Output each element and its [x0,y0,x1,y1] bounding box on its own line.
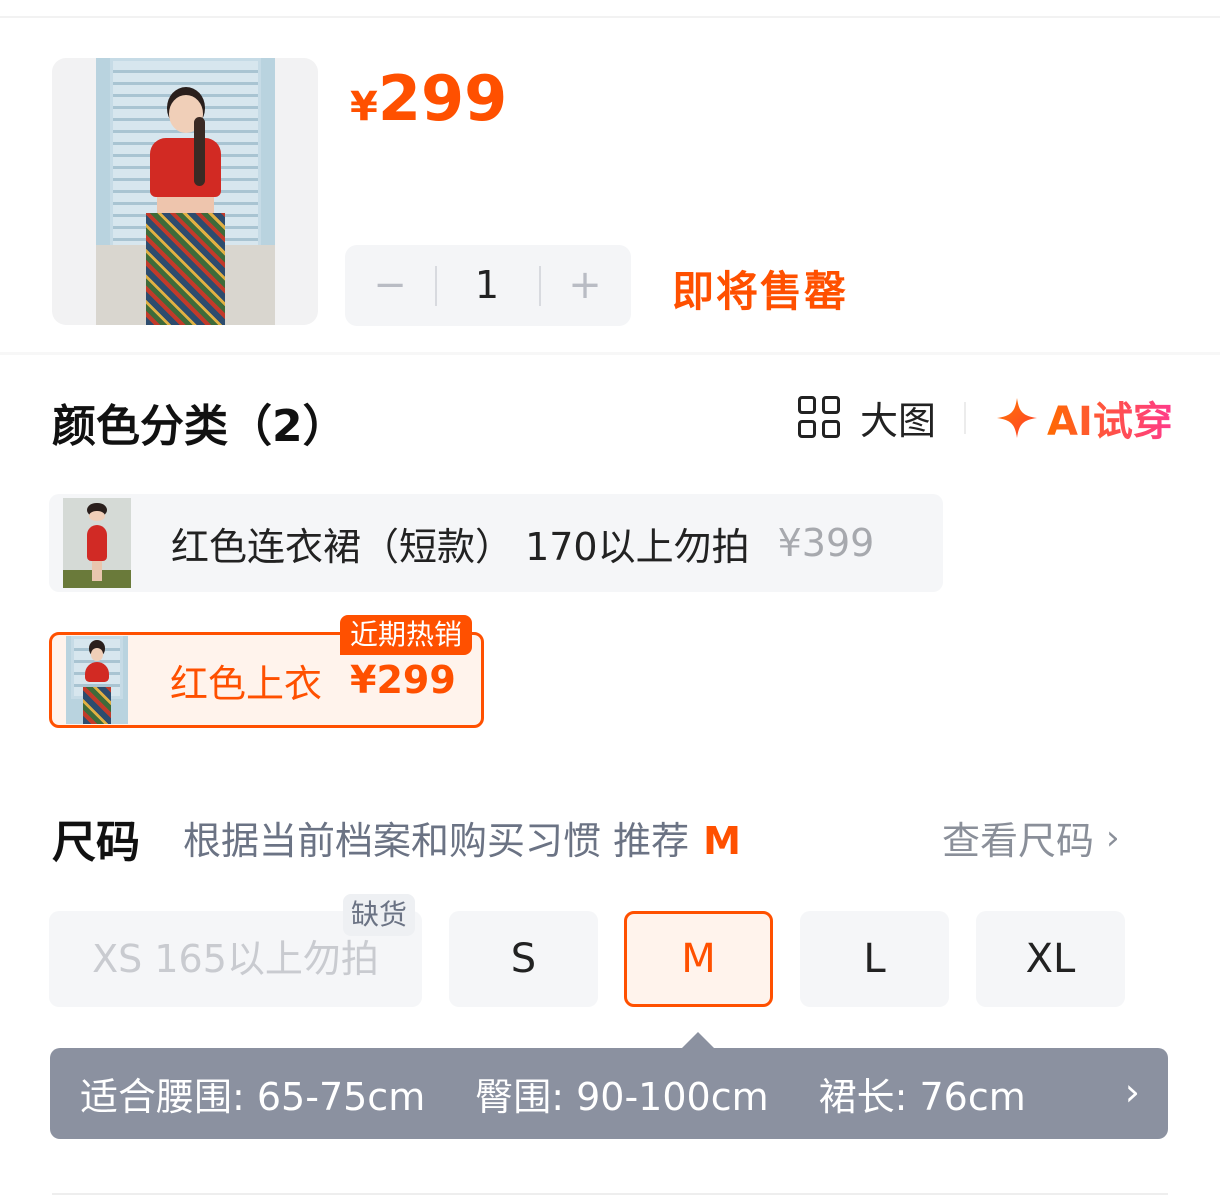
size-hint-text: 根据当前档案和购买习惯 推荐 [183,819,690,863]
color-section-title: 颜色分类（2） [52,401,347,452]
header-separator [964,402,966,434]
top-divider [0,16,1220,18]
color-option-thumbnail [63,498,131,588]
color-option-price: ¥399 [777,521,875,565]
size-fit-tooltip[interactable]: 适合腰围: 65-75cm 臀围: 90-100cm 裙长: 76cm › [50,1048,1168,1139]
color-option-price: ¥299 [350,658,456,702]
color-option-thumbnail [66,636,128,724]
fit-hip: 臀围: 90-100cm [475,1075,769,1119]
price-value: 299 [377,62,508,135]
product-photo [96,58,275,325]
chevron-right-icon: › [1106,817,1120,858]
ai-try-on-label: AI试穿 [1047,389,1173,447]
bottom-divider [52,1193,1168,1195]
fit-length: 裙长: 76cm [818,1075,1026,1119]
grid-view-icon [798,396,840,438]
chevron-right-icon: › [1124,1070,1140,1114]
size-option-xl[interactable]: XL [976,911,1125,1007]
decrease-quantity-button[interactable]: − [345,245,435,326]
recommended-size: M [703,819,741,863]
product-price: ¥299 [350,62,507,135]
stock-status-label: 即将售罄 [672,267,849,316]
quantity-value[interactable]: 1 [435,245,539,326]
color-option-name: 红色上衣 [170,661,323,706]
size-option-m[interactable]: M [624,911,773,1007]
big-image-label: 大图 [860,398,937,443]
sparkle-icon [995,396,1039,440]
size-chart-link[interactable]: 查看尺码 › [942,810,1120,865]
size-option-s[interactable]: S [449,911,598,1007]
hot-selling-badge: 近期热销 [340,615,473,655]
size-chart-label: 查看尺码 [942,819,1095,863]
section-divider [0,352,1220,355]
out-of-stock-badge: 缺货 [343,894,416,936]
big-image-button[interactable]: 大图 [798,392,937,443]
fit-waist: 适合腰围: 65-75cm [80,1075,426,1119]
color-option-dress[interactable]: 红色连衣裙（短款） 170以上勿拍 ¥399 [49,494,943,592]
currency-symbol: ¥ [350,84,378,130]
size-option-l[interactable]: L [800,911,949,1007]
increase-quantity-button[interactable]: + [539,245,631,326]
product-main-image[interactable] [52,58,318,325]
size-section-title: 尺码 [52,817,140,868]
color-option-name: 红色连衣裙（短款） 170以上勿拍 [171,524,750,569]
tooltip-pointer [681,1032,715,1049]
ai-try-on-button[interactable]: AI试穿 [995,389,1173,447]
quantity-stepper: − 1 + [345,245,631,326]
size-recommendation: 根据当前档案和购买习惯 推荐 M [183,810,741,865]
